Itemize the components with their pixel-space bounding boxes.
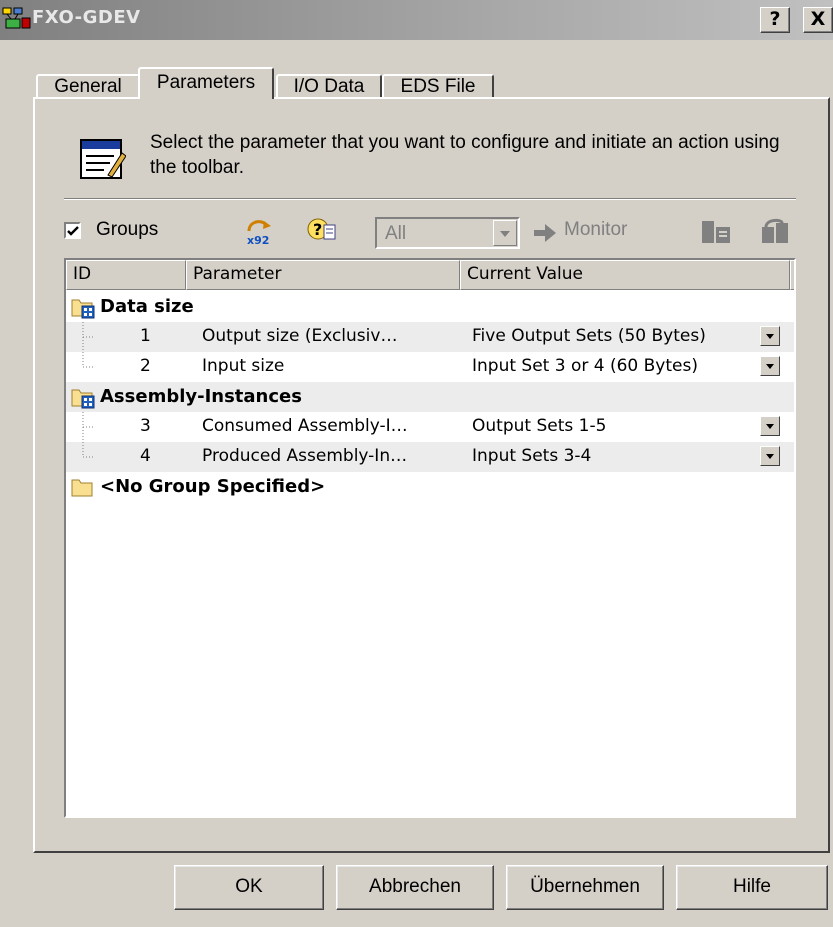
group-row-data-size[interactable]: Data size <box>66 292 794 322</box>
monitor-button[interactable]: Monitor <box>564 219 627 241</box>
help-button[interactable]: Hilfe <box>676 865 828 910</box>
param-value: Input Set 3 or 4 (60 Bytes) <box>472 356 698 376</box>
form-edit-icon <box>80 139 126 179</box>
upload-to-device-icon[interactable] <box>700 217 732 247</box>
param-id: 3 <box>140 416 151 436</box>
group-label: <No Group Specified> <box>100 476 326 497</box>
chevron-down-icon <box>766 334 774 339</box>
folder-icon <box>71 479 93 497</box>
filter-select[interactable]: All <box>375 217 520 249</box>
table-row[interactable]: 4 Produced Assembly-In… Input Sets 3-4 <box>66 442 794 472</box>
param-id: 2 <box>140 356 151 376</box>
tree-connector <box>82 322 94 352</box>
tree-connector <box>82 352 94 368</box>
group-label: Data size <box>100 296 194 317</box>
column-header-parameter[interactable]: Parameter <box>186 260 460 290</box>
ok-button[interactable]: OK <box>174 865 324 910</box>
param-name: Output size (Exclusiv… <box>202 326 398 346</box>
groups-label: Groups <box>96 219 159 240</box>
group-label: Assembly-Instances <box>100 386 302 407</box>
tab-parameters[interactable]: Parameters <box>138 67 274 99</box>
apply-button[interactable]: Übernehmen <box>506 865 664 910</box>
tree-connector <box>82 442 94 458</box>
convert-values-icon[interactable]: x92 <box>244 217 276 247</box>
tab-io-data[interactable]: I/O Data <box>276 74 382 98</box>
group-row-assembly-instances[interactable]: Assembly-Instances <box>66 382 794 412</box>
help-parameter-icon[interactable]: ? <box>306 215 338 247</box>
window-title: FXO-GDEV <box>32 7 141 28</box>
filter-value: All <box>385 223 407 244</box>
column-header-current-value[interactable]: Current Value <box>460 260 790 290</box>
svg-text:x92: x92 <box>247 234 269 247</box>
help-title-button[interactable]: ? <box>760 7 790 33</box>
column-header-id[interactable]: ID <box>66 260 186 290</box>
folder-group-icon <box>71 389 95 409</box>
param-value: Output Sets 1-5 <box>472 416 607 436</box>
table-row[interactable]: 3 Consumed Assembly-I… Output Sets 1-5 <box>66 412 794 442</box>
value-dropdown-button[interactable] <box>760 446 780 466</box>
title-bar: FXO-GDEV ? X <box>0 0 833 40</box>
value-dropdown-button[interactable] <box>760 356 780 376</box>
param-id: 1 <box>140 326 151 346</box>
tab-eds-file[interactable]: EDS File <box>382 74 494 98</box>
network-device-icon <box>2 7 31 29</box>
chevron-down-icon <box>766 424 774 429</box>
filter-dropdown-button[interactable] <box>493 220 517 246</box>
value-dropdown-button[interactable] <box>760 416 780 436</box>
checkmark-icon <box>67 226 79 236</box>
table-row[interactable]: 1 Output size (Exclusiv… Five Output Set… <box>66 322 794 352</box>
param-value: Five Output Sets (50 Bytes) <box>472 326 706 346</box>
download-from-device-icon[interactable] <box>758 217 792 247</box>
chevron-down-icon <box>500 231 510 237</box>
tree-connector <box>82 412 94 442</box>
value-dropdown-button[interactable] <box>760 326 780 346</box>
svg-text:?: ? <box>313 220 322 239</box>
folder-group-icon <box>71 299 95 319</box>
chevron-down-icon <box>766 364 774 369</box>
param-value: Input Sets 3-4 <box>472 446 592 466</box>
param-id: 4 <box>140 446 151 466</box>
close-button[interactable]: X <box>803 7 833 33</box>
cancel-button[interactable]: Abbrechen <box>336 865 494 910</box>
table-row[interactable]: 2 Input size Input Set 3 or 4 (60 Bytes) <box>66 352 794 382</box>
param-name: Produced Assembly-In… <box>202 446 408 466</box>
group-row-no-group[interactable]: <No Group Specified> <box>66 472 794 502</box>
tab-general[interactable]: General <box>36 74 140 98</box>
groups-checkbox[interactable] <box>64 222 81 239</box>
column-header-filler <box>790 260 794 290</box>
chevron-down-icon <box>766 454 774 459</box>
separator <box>64 198 796 200</box>
info-text: Select the parameter that you want to co… <box>150 132 780 178</box>
arrow-right-icon <box>534 224 556 242</box>
parameter-list[interactable]: ID Parameter Current Value Data size 1 O… <box>64 258 796 818</box>
param-name: Input size <box>202 356 285 376</box>
param-name: Consumed Assembly-I… <box>202 416 408 436</box>
